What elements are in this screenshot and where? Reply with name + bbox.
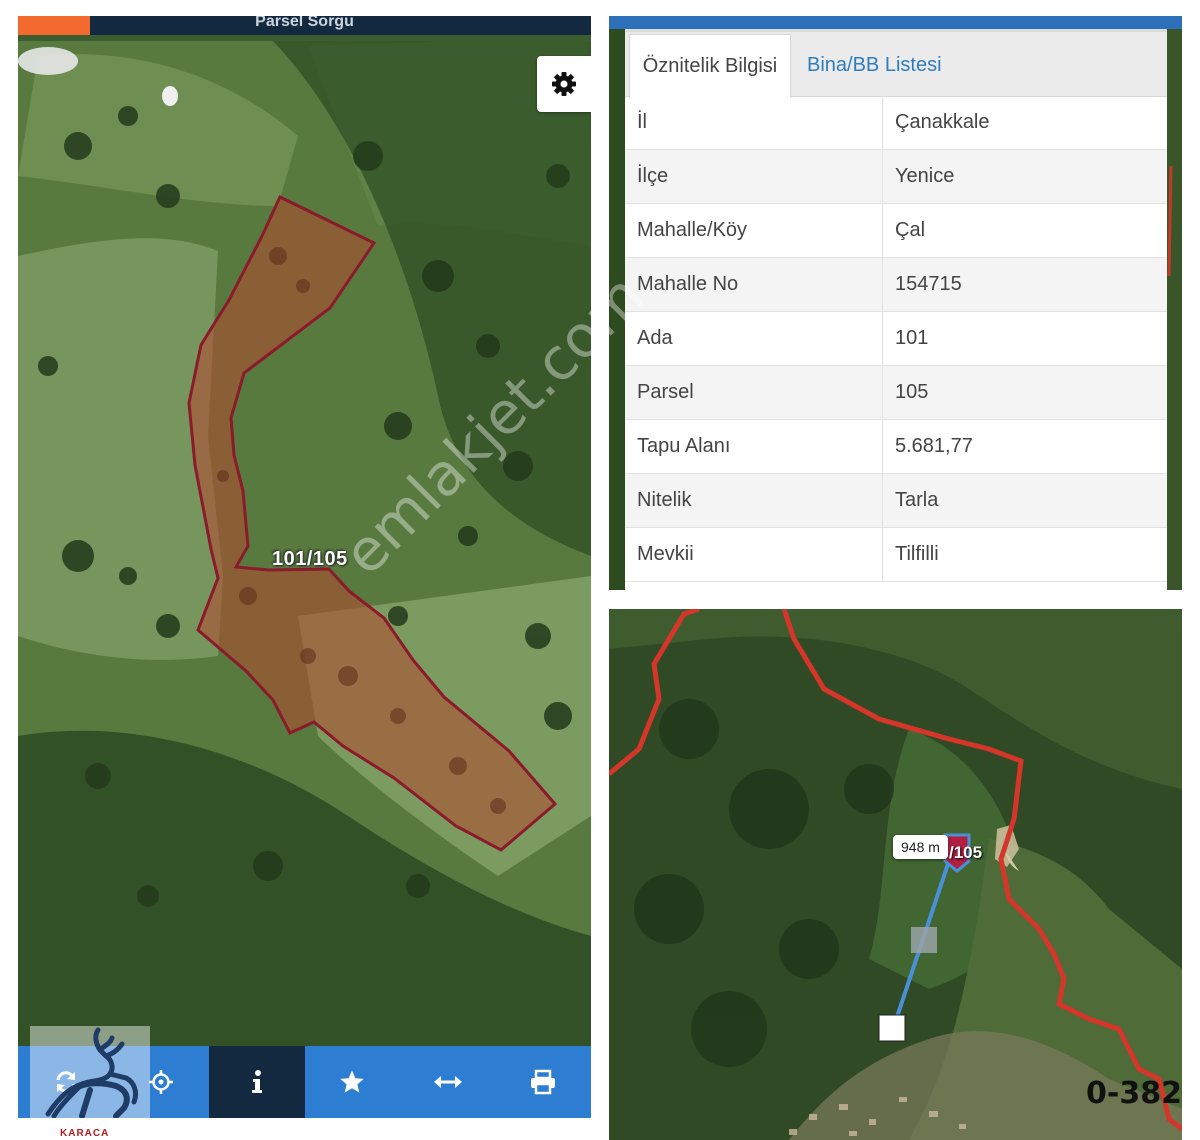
attribute-value: Tarla [882,473,1167,528]
gear-icon [552,72,576,96]
table-row: Ada 101 [625,311,1167,366]
star-icon [340,1070,364,1093]
attribute-table: İl Çanakkale İlçe Yenice Mahalle/Köy Çal Ma… [625,96,1167,582]
favorite-button[interactable] [305,1046,401,1118]
table-row: Parsel 105 [625,365,1167,420]
attribute-key: Mevkii [625,527,883,582]
overview-map-panel: 948 m /105 [609,609,1182,1140]
attribute-key: Mahalle No [625,257,883,312]
deer-logo-icon [45,1027,139,1118]
attribute-value: 105 [882,365,1167,420]
table-row: Nitelik Tarla [625,473,1167,528]
app-header: Parsel Sorgu [18,16,591,35]
table-row: Mahalle No 154715 [625,257,1167,312]
measure-arrows-icon [433,1076,462,1088]
parcel-map-panel: Parsel Sorgu 101/105 [18,16,591,1118]
app-title: Parsel Sorgu [255,16,354,30]
listing-code: 0-382 [1086,1076,1182,1111]
parcel-number-label: 101/105 [272,548,348,570]
table-row: Mahalle/Köy Çal [625,203,1167,258]
map-edge [1167,16,1182,590]
attribute-key: Parsel [625,365,883,420]
parcel-number-label: /105 [949,843,983,862]
attribute-key: İl [625,96,883,150]
crosshair-icon [149,1070,174,1094]
measure-button[interactable] [400,1046,496,1118]
print-icon [531,1069,556,1095]
tab-building-list[interactable]: Bina/BB Listesi [807,34,942,97]
settings-button[interactable] [537,56,591,112]
attribute-value: Çanakkale [882,96,1167,150]
attribute-key: Tapu Alanı [625,419,883,474]
attribute-value: 5.681,77 [882,419,1167,474]
agency-logo [30,1026,150,1118]
attribute-value: 154715 [882,257,1167,312]
table-row: Tapu Alanı 5.681,77 [625,419,1167,474]
tab-bar: Öznitelik Bilgisi Bina/BB Listesi [625,32,1167,98]
info-button[interactable] [209,1046,305,1118]
attribute-key: Nitelik [625,473,883,528]
satellite-map[interactable] [18,16,591,1046]
distance-label: 948 m [893,835,948,859]
attribute-key: Mahalle/Köy [625,203,883,258]
tab-attribute-info[interactable]: Öznitelik Bilgisi [629,34,791,98]
overview-satellite-map[interactable] [609,609,1182,1140]
table-row: Mevkii Tilfilli [625,527,1167,582]
attribute-value: Tilfilli [882,527,1167,582]
panel-header-bar [609,16,1182,29]
table-row: İlçe Yenice [625,149,1167,204]
info-icon [251,1070,262,1093]
map-edge [609,16,625,590]
attribute-key: Ada [625,311,883,366]
print-button[interactable] [496,1046,592,1118]
attribute-value: Çal [882,203,1167,258]
attribute-panel: Öznitelik Bilgisi Bina/BB Listesi İl Çana… [609,16,1182,590]
attribute-value: 101 [882,311,1167,366]
table-row: İl Çanakkale [625,96,1167,150]
attribute-value: Yenice [882,149,1167,204]
attribute-key: İlçe [625,149,883,204]
agency-logo-text: KARACA [60,1128,110,1139]
